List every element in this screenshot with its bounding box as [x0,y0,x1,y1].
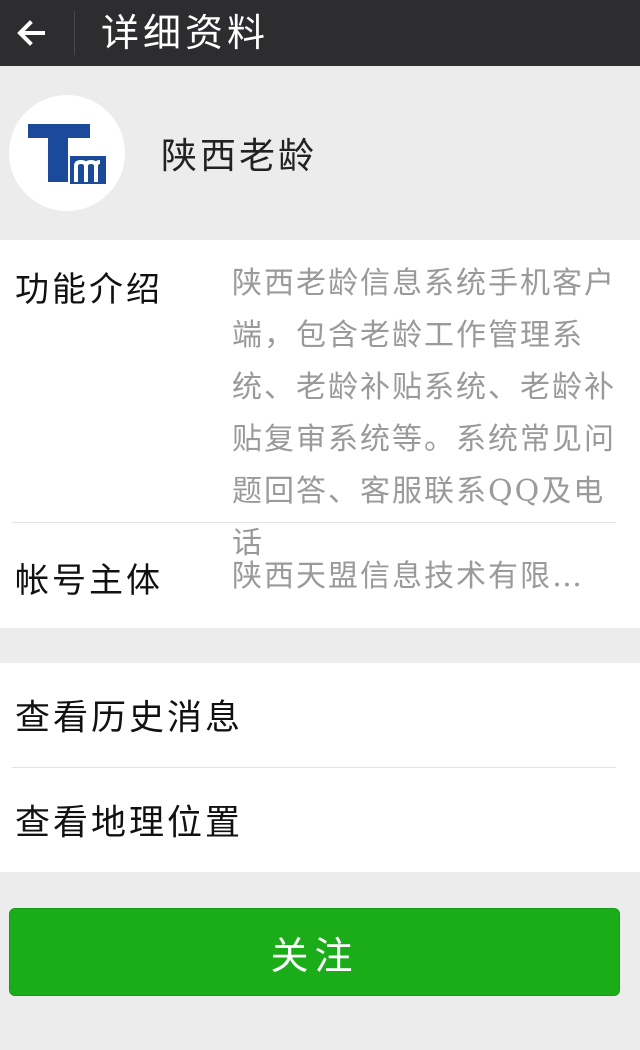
action-card: 查看历史消息 查看地理位置 [0,663,640,872]
arrow-left-icon [17,20,45,46]
profile-section: 陕西老龄 [0,66,640,240]
function-intro-row: 功能介绍 陕西老龄信息系统手机客户端，包含老龄工作管理系统、老龄补贴系统、老龄补… [0,240,640,561]
page-title: 详细资料 [101,11,270,55]
top-bar: 详细资料 [0,0,640,66]
account-subject-value: 陕西天盟信息技术有限… [232,559,584,594]
follow-button[interactable]: 关注 [9,908,620,996]
function-intro-label: 功能介绍 [15,270,163,310]
view-history-messages-label: 查看历史消息 [15,698,244,739]
avatar[interactable] [9,95,125,211]
back-button[interactable] [0,0,62,66]
account-name: 陕西老龄 [161,136,318,177]
tm-logo-icon [28,124,106,184]
account-subject-label: 帐号主体 [15,561,163,601]
info-card: 功能介绍 陕西老龄信息系统手机客户端，包含老龄工作管理系统、老龄补贴系统、老龄补… [0,240,640,628]
header-divider [74,11,75,55]
view-history-messages-button[interactable]: 查看历史消息 [0,663,640,767]
account-subject-row[interactable]: 帐号主体 陕西天盟信息技术有限… [0,523,640,628]
view-location-label: 查看地理位置 [15,803,244,844]
view-location-button[interactable]: 查看地理位置 [0,768,640,872]
